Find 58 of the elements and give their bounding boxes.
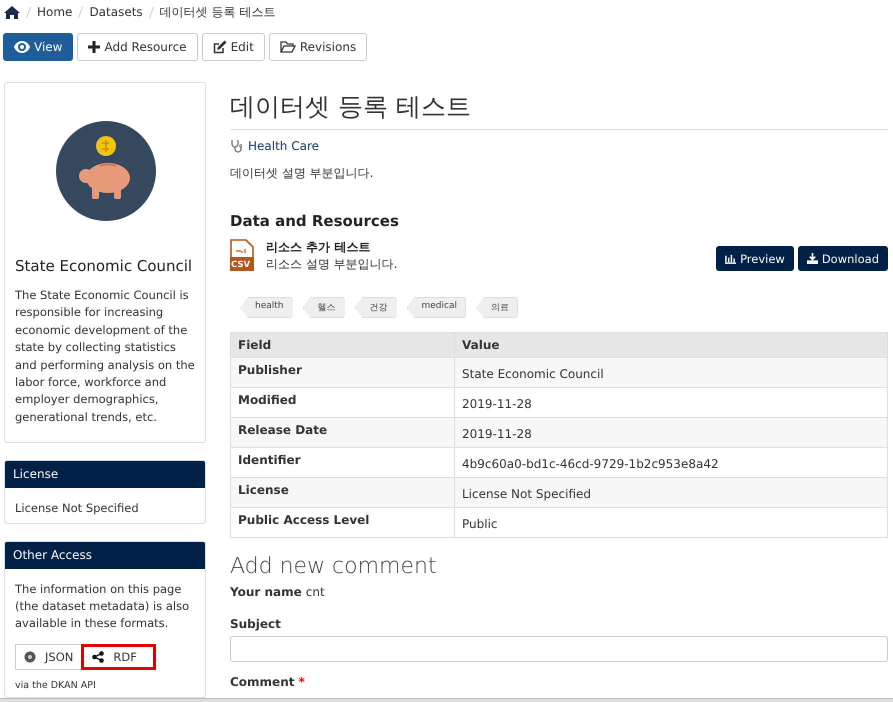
tag-link[interactable]: health [240, 297, 292, 318]
tab-button[interactable]: Revisions [268, 33, 368, 61]
required-mark: * [298, 675, 305, 689]
folder-icon [280, 41, 296, 53]
field-name: Public Access Level [230, 508, 454, 538]
field-value: Public [454, 508, 888, 538]
csv-file-icon: CSV [230, 239, 254, 271]
breadcrumb-current: 데이터셋 등록 테스트 [160, 4, 276, 20]
format-link[interactable]: JSON [15, 644, 82, 670]
field-value: License Not Specified [454, 478, 888, 508]
share-icon [92, 651, 104, 664]
breadcrumb-link[interactable]: Home [37, 5, 72, 19]
home-icon [4, 6, 20, 18]
field-label: Comment [230, 675, 294, 689]
topic-link[interactable]: Health Care [248, 139, 320, 153]
user-name: cnt [306, 585, 325, 599]
publisher-description: The State Economic Council is responsible for increasing economic development of the state by collecting statistics and performing analysis on the labor force, workforce and employer demographics, generational trends, etc. [15, 287, 195, 426]
tab-button[interactable]: Add Resource [77, 33, 198, 61]
tab-button[interactable]: View [3, 33, 74, 61]
access-description: The information on this page (the dataset metadata) is also available in these formats. [15, 581, 190, 632]
eye-icon [14, 41, 30, 53]
resource-description: 리소스 설명 부분입니다. [266, 256, 398, 273]
format-link[interactable]: RDF [81, 644, 156, 670]
resource-link[interactable]: 리소스 추가 테스트 [266, 239, 704, 256]
preview-button[interactable]: Preview [716, 246, 794, 271]
section-heading: Data and Resources [230, 212, 400, 230]
field-name: Release Date [230, 418, 454, 448]
tab-button[interactable]: Edit [202, 33, 265, 61]
bar-chart-icon [725, 253, 736, 264]
panel-header: License [5, 461, 205, 488]
tag-link[interactable]: 헬스 [302, 297, 344, 318]
field-label: Your name [230, 585, 302, 599]
piggy-bank-icon [56, 121, 156, 221]
breadcrumb-link[interactable]: Datasets [89, 5, 143, 19]
column-header: Field [230, 332, 454, 358]
tag-link[interactable]: 의료 [476, 297, 518, 318]
dataset-title: 데이터셋 등록 테스트 [230, 82, 888, 130]
field-label: Subject [230, 617, 282, 631]
download-button[interactable]: Download [798, 246, 888, 271]
field-name: Publisher [230, 358, 454, 388]
form-title: Add new comment [230, 554, 438, 579]
api-note: via the DKAN API [15, 680, 97, 692]
subject-field[interactable] [230, 636, 888, 662]
plus-icon [88, 41, 100, 53]
dataset-description: 데이터셋 설명 부분입니다. [230, 165, 374, 182]
field-value: 2019-11-28 [454, 418, 888, 448]
stethoscope-icon [230, 139, 242, 153]
edit-icon [212, 40, 227, 54]
panel-header: Other Access [5, 542, 205, 570]
field-name: License [230, 478, 454, 508]
disc-icon [24, 651, 36, 664]
download-icon [806, 253, 818, 264]
field-value: State Economic Council [454, 358, 888, 388]
publisher-name: State Economic Council [15, 257, 194, 275]
column-header: Value [454, 332, 888, 358]
tag-link[interactable]: medical [406, 297, 466, 318]
license-text: License Not Specified [15, 500, 140, 518]
tag-link[interactable]: 건강 [354, 297, 396, 318]
